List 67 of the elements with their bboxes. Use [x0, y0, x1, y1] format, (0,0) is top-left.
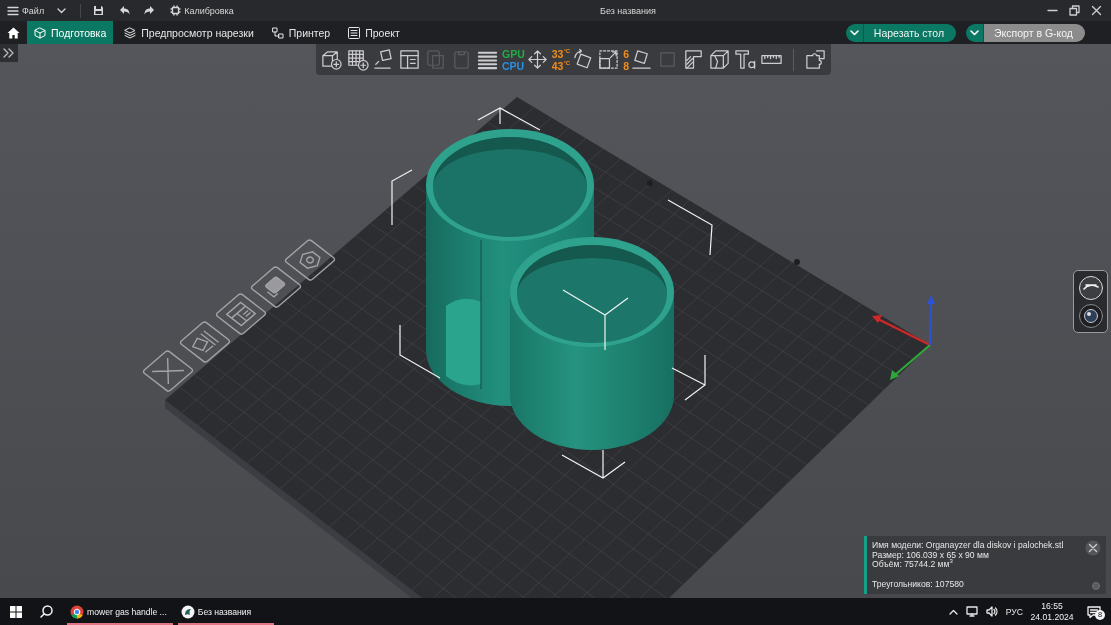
slice-button[interactable]: Нарезать стол	[863, 23, 956, 42]
layers-icon	[124, 26, 137, 39]
scale-icon[interactable]	[597, 48, 621, 71]
monitor-reading: 43$^{°C}$	[551, 59, 571, 72]
circle-icon	[1092, 582, 1100, 590]
grid-plus-icon[interactable]	[346, 48, 369, 71]
chevron-down-icon	[849, 29, 859, 36]
clock-time[interactable]: 16:55	[1041, 600, 1063, 612]
tab[interactable]: Предпросмотр нарезки	[117, 21, 261, 44]
search-icon[interactable]	[40, 605, 53, 618]
tilted-square-icon[interactable]	[630, 48, 654, 71]
file-menu-button[interactable]: Файл	[7, 0, 45, 21]
puzzle-icon[interactable]	[804, 48, 828, 71]
redo-icon[interactable]	[144, 5, 156, 16]
tilted-square-icon[interactable]	[372, 48, 395, 71]
start-icon[interactable]	[9, 605, 22, 618]
tab[interactable]: Проект	[341, 21, 407, 44]
language-indicator[interactable]: РУС	[1005, 606, 1023, 617]
tab[interactable]: Принтер	[264, 21, 338, 44]
window-title: Без названия	[600, 5, 656, 16]
chip-icon	[170, 5, 182, 16]
close-icon[interactable]	[1091, 5, 1102, 16]
expand-icon[interactable]	[0, 44, 18, 62]
monitor-reading: CPU	[502, 59, 525, 72]
save-icon[interactable]	[93, 5, 105, 16]
home-icon[interactable]	[7, 26, 20, 39]
info-text: Треугольников: 107580	[872, 579, 964, 589]
tab[interactable]: Подготовка	[27, 21, 114, 44]
monitor-icon[interactable]	[965, 606, 978, 617]
monitor-reading: GPU	[502, 47, 525, 60]
menu-icon	[7, 5, 19, 16]
cube-icon[interactable]	[708, 48, 732, 71]
close-icon[interactable]	[1085, 540, 1101, 556]
connected-squares-icon	[271, 26, 284, 39]
taskbar-app[interactable]: mower gas handle ...	[67, 598, 173, 625]
clock-date[interactable]: 24.01.2024	[1030, 611, 1074, 623]
monitor-reading: 6	[623, 47, 630, 60]
browser-icon	[70, 604, 84, 619]
x-icon[interactable]	[141, 349, 195, 393]
block-icon[interactable]	[249, 265, 303, 309]
camera-lens-icon[interactable]	[1078, 303, 1103, 328]
dropdown-button[interactable]	[845, 23, 864, 42]
move-icon[interactable]	[525, 48, 549, 71]
chevron-down-icon	[970, 29, 979, 36]
cube-plus-icon[interactable]	[320, 48, 343, 71]
text-icon[interactable]	[734, 48, 758, 71]
monitor-reading: 8	[623, 59, 630, 72]
chevron-down-icon[interactable]	[57, 7, 67, 14]
volume-icon[interactable]	[985, 606, 998, 617]
chevron-up-icon[interactable]	[948, 608, 958, 615]
list-icon	[348, 26, 361, 39]
dropdown-button[interactable]	[966, 23, 984, 42]
app-icon	[180, 604, 195, 619]
restore-icon[interactable]	[1069, 5, 1080, 16]
layout-icon[interactable]	[398, 48, 421, 71]
hexagon-icon[interactable]	[283, 238, 337, 282]
axes-icon	[872, 295, 935, 380]
taskbar-app[interactable]: Без названия	[177, 598, 274, 625]
undo-icon[interactable]	[119, 5, 131, 16]
round-badge-icon[interactable]	[1078, 275, 1103, 300]
monitor-reading: 33$^{°C}$	[551, 47, 571, 60]
notification-icon[interactable]	[1087, 605, 1101, 618]
info-text: Имя модели: Organayzer dla diskov i palochek.stl	[872, 541, 1064, 551]
calibration-button[interactable]: Калибровка	[170, 0, 234, 21]
info-text: Размер: 106.039 x 65 x 90 мм	[872, 550, 989, 560]
cube-icon	[34, 26, 46, 39]
layout-icon[interactable]	[214, 292, 268, 336]
